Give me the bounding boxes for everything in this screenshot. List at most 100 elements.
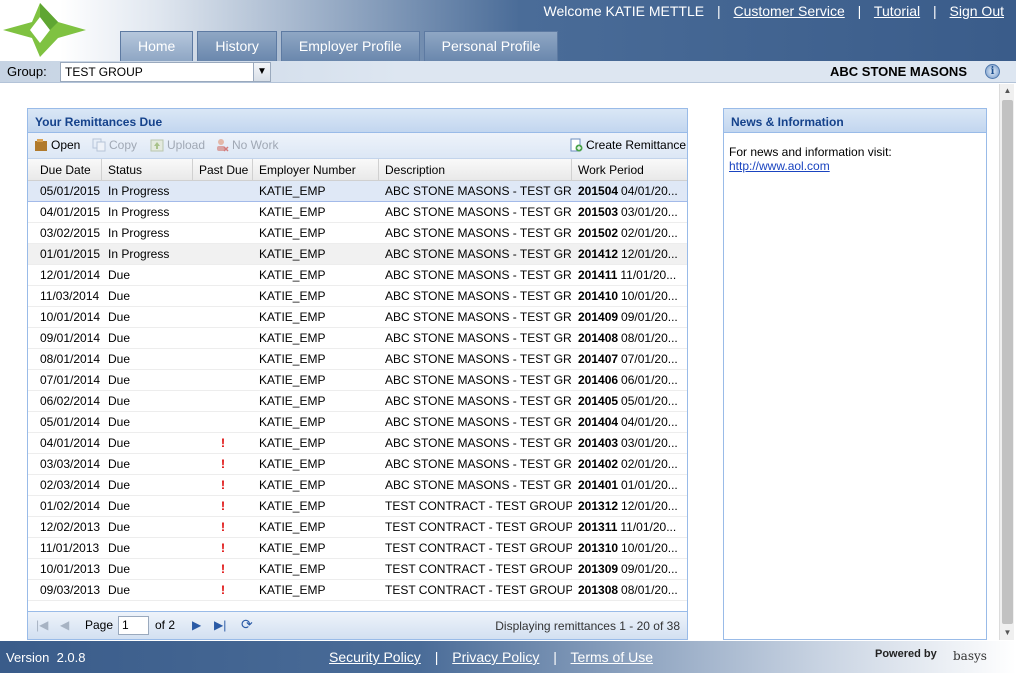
table-row[interactable]: 12/01/2014 Due KATIE_EMP ABC STONE MASONS -… [28, 265, 687, 286]
open-button[interactable]: Open [34, 138, 80, 152]
table-row[interactable]: 01/02/2014 Due! KATIE_EMP TEST CONTRACT - T… [28, 496, 687, 517]
cell-description: TEST CONTRACT - TEST GROUP [385, 499, 572, 513]
last-page-icon[interactable]: ▶| [214, 618, 226, 632]
cell-employer-number: KATIE_EMP [259, 499, 326, 513]
cell-status: Due [108, 415, 131, 429]
cell-status: Due [108, 520, 131, 534]
work-period-code: 201409 [578, 310, 619, 324]
customer-service-link[interactable]: Customer Service [733, 3, 844, 19]
tutorial-link[interactable]: Tutorial [874, 3, 920, 19]
table-row[interactable]: 03/03/2014 Due! KATIE_EMP ABC STONE MASONS … [28, 454, 687, 475]
next-page-icon[interactable]: ▶ [192, 618, 201, 632]
page-number-input[interactable]: 1 [118, 616, 149, 635]
cell-employer-number: KATIE_EMP [259, 562, 326, 576]
security-policy-link[interactable]: Security Policy [329, 649, 421, 665]
sign-out-link[interactable]: Sign Out [950, 3, 1004, 19]
work-period-date: 01/01/20... [621, 478, 678, 492]
table-row[interactable]: 11/03/2014 Due KATIE_EMP ABC STONE MASONS -… [28, 286, 687, 307]
info-icon[interactable]: i [985, 64, 1000, 79]
col-status[interactable]: Status [102, 159, 193, 180]
cell-employer-number: KATIE_EMP [259, 331, 326, 345]
table-row[interactable]: 12/02/2013 Due! KATIE_EMP TEST CONTRACT - T… [28, 517, 687, 538]
create-remittance-button[interactable]: Create Remittance [569, 138, 686, 152]
work-period-code: 201311 [578, 520, 618, 534]
scrollbar-thumb[interactable] [1002, 100, 1013, 624]
privacy-policy-link[interactable]: Privacy Policy [452, 649, 539, 665]
table-row[interactable]: 06/02/2014 Due KATIE_EMP ABC STONE MASONS -… [28, 391, 687, 412]
table-row[interactable]: 10/01/2013 Due! KATIE_EMP TEST CONTRACT - T… [28, 559, 687, 580]
table-row[interactable]: 04/01/2015 In Progress KATIE_EMP ABC STONE … [28, 202, 687, 223]
cell-work-period: 201412 12/01/20... [572, 244, 687, 264]
news-body: For news and information visit: http://w… [724, 133, 986, 185]
work-period-code: 201504 [578, 184, 619, 198]
cell-status: In Progress [108, 205, 170, 219]
cell-past-due: ! [221, 499, 225, 513]
cell-employer-number: KATIE_EMP [259, 310, 326, 324]
cell-status: In Progress [108, 184, 170, 198]
cell-employer-number: KATIE_EMP [259, 373, 326, 387]
table-row[interactable]: 07/01/2014 Due KATIE_EMP ABC STONE MASONS -… [28, 370, 687, 391]
cell-past-due: ! [221, 541, 225, 555]
work-period-code: 201410 [578, 289, 619, 303]
table-row[interactable]: 09/01/2014 Due KATIE_EMP ABC STONE MASONS -… [28, 328, 687, 349]
table-row[interactable]: 03/02/2015 In Progress KATIE_EMP ABC STONE … [28, 223, 687, 244]
cell-past-due: ! [221, 562, 225, 576]
upload-button[interactable]: Upload [150, 138, 205, 152]
col-employer-number[interactable]: Employer Number [253, 159, 379, 180]
table-row[interactable]: 04/01/2014 Due! KATIE_EMP ABC STONE MASONS … [28, 433, 687, 454]
group-select[interactable]: TEST GROUP ▼ [60, 62, 271, 82]
no-work-button[interactable]: No Work [215, 138, 278, 152]
open-folder-icon [35, 139, 47, 151]
cell-work-period: 201504 04/01/20... [572, 181, 687, 201]
chevron-down-icon[interactable]: ▼ [253, 63, 270, 81]
cell-due-date: 09/01/2014 [40, 331, 101, 345]
upload-icon [150, 139, 164, 152]
welcome-text: Welcome KATIE METTLE [543, 3, 705, 19]
top-links: Welcome KATIE METTLE | Customer Service … [543, 3, 1004, 19]
prev-page-icon[interactable]: ◀ [60, 618, 69, 632]
group-bar: Group: TEST GROUP ▼ ABC STONE MASONS i [0, 61, 1016, 83]
copy-button[interactable]: Copy [92, 138, 137, 152]
table-row[interactable]: 02/03/2014 Due! KATIE_EMP ABC STONE MASONS … [28, 475, 687, 496]
work-period-code: 201405 [578, 394, 619, 408]
col-past-due[interactable]: Past Due [193, 159, 253, 180]
news-link[interactable]: http://www.aol.com [729, 159, 830, 173]
work-period-date: 02/01/20... [621, 226, 678, 240]
col-due-date[interactable]: Due Date [28, 159, 102, 180]
cell-past-due [193, 223, 253, 243]
remittances-panel: Your Remittances Due Open Copy Upload No… [27, 108, 688, 640]
tab-home[interactable]: Home [120, 31, 194, 61]
table-row[interactable]: 11/01/2013 Due! KATIE_EMP TEST CONTRACT - T… [28, 538, 687, 559]
cell-description: ABC STONE MASONS - TEST GROUP [385, 205, 572, 219]
col-description[interactable]: Description [379, 159, 572, 180]
scroll-down-arrow-icon[interactable]: ▼ [1000, 626, 1015, 640]
page-scrollbar[interactable]: ▲ ▼ [999, 84, 1014, 640]
work-period-date: 11/01/20... [620, 268, 677, 282]
scroll-up-arrow-icon[interactable]: ▲ [1000, 84, 1015, 98]
cell-work-period: 201311 11/01/20... [572, 517, 687, 537]
cell-employer-number: KATIE_EMP [259, 457, 326, 471]
cell-description: ABC STONE MASONS - TEST GROUP [385, 310, 572, 324]
cell-status: Due [108, 373, 131, 387]
work-period-code: 201407 [578, 352, 619, 366]
refresh-icon[interactable]: ⟳ [241, 616, 253, 633]
cell-past-due [193, 181, 253, 201]
table-row[interactable]: 10/01/2014 Due KATIE_EMP ABC STONE MASONS -… [28, 307, 687, 328]
table-row[interactable]: 05/01/2014 Due KATIE_EMP ABC STONE MASONS -… [28, 412, 687, 433]
tab-history[interactable]: History [197, 31, 277, 61]
table-row[interactable]: 05/01/2015 In Progress KATIE_EMP ABC STONE … [28, 181, 687, 202]
tab-employer-profile[interactable]: Employer Profile [280, 31, 420, 61]
first-page-icon[interactable]: |◀ [36, 618, 48, 632]
new-document-icon [570, 138, 583, 152]
table-row[interactable]: 09/03/2013 Due! KATIE_EMP TEST CONTRACT - T… [28, 580, 687, 601]
cell-status: Due [108, 394, 131, 408]
table-row[interactable]: 08/01/2014 Due KATIE_EMP ABC STONE MASONS -… [28, 349, 687, 370]
table-row[interactable]: 01/01/2015 In Progress KATIE_EMP ABC STONE … [28, 244, 687, 265]
col-work-period[interactable]: Work Period [572, 159, 687, 180]
terms-of-use-link[interactable]: Terms of Use [571, 649, 653, 665]
cell-work-period: 201502 02/01/20... [572, 223, 687, 243]
cell-employer-number: KATIE_EMP [259, 268, 326, 282]
tab-personal-profile[interactable]: Personal Profile [423, 31, 559, 61]
cell-due-date: 05/01/2015 [40, 184, 101, 198]
cell-description: ABC STONE MASONS - TEST GROUP [385, 289, 572, 303]
